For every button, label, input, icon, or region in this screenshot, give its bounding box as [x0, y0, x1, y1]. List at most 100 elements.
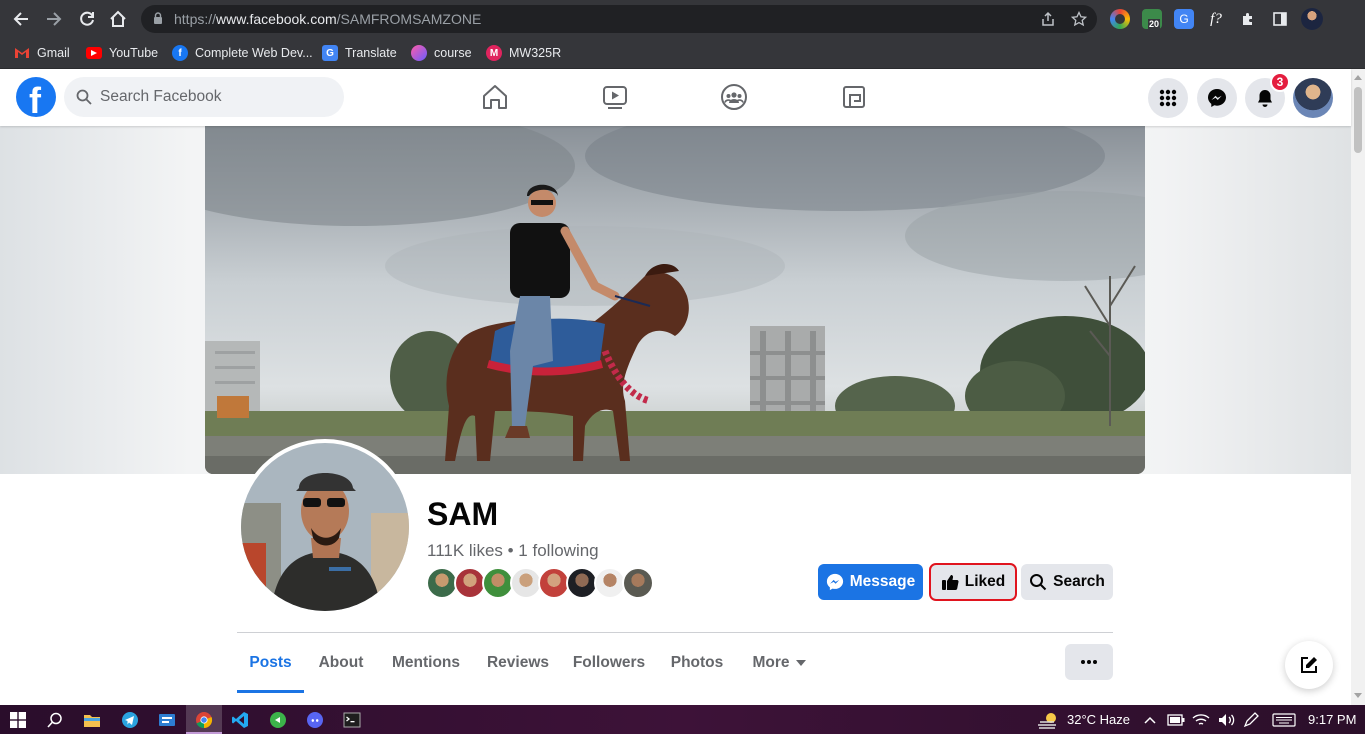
search-button-label: Search [1053, 573, 1105, 590]
thumbs-up-icon [941, 575, 959, 590]
tab-label: Posts [249, 654, 292, 671]
message-button[interactable]: Message [818, 564, 923, 600]
facebook-logo-icon[interactable]: f [16, 77, 56, 121]
side-panel-icon[interactable] [1270, 9, 1290, 29]
pen-icon[interactable] [1241, 710, 1261, 730]
volume-icon[interactable] [1217, 710, 1237, 730]
facebook-header: f 3 [0, 69, 1351, 126]
liked-button[interactable]: Liked [929, 563, 1017, 601]
home-nav-icon[interactable] [479, 82, 511, 112]
course-icon [411, 45, 427, 61]
youtube-icon [86, 47, 102, 59]
weather-text[interactable]: 32°C Haze [1067, 712, 1130, 727]
search-icon [76, 89, 92, 105]
scrollbar-thumb[interactable] [1354, 87, 1362, 153]
keyboard-icon[interactable] [1270, 710, 1298, 730]
tab-label: Photos [670, 654, 724, 671]
bookmark-mw325r[interactable]: M MW325R [486, 44, 561, 62]
facebook-icon: f [172, 45, 188, 61]
scroll-down-arrow-icon[interactable] [1354, 693, 1362, 698]
scroll-up-arrow-icon[interactable] [1354, 75, 1362, 80]
telegram-icon[interactable] [120, 710, 140, 730]
bookmark-course[interactable]: course [411, 44, 472, 62]
watch-video-icon[interactable] [599, 82, 631, 112]
tab-followers[interactable]: Followers [562, 633, 656, 693]
vscode-icon[interactable] [230, 710, 250, 730]
bookmark-label: Gmail [37, 46, 70, 60]
tab-reviews[interactable]: Reviews [474, 633, 562, 693]
url-text[interactable]: https://www.facebook.com/SAMFROMSAMZONE [174, 11, 481, 27]
friend-avatar[interactable] [622, 567, 654, 599]
messenger-icon [826, 573, 843, 591]
extensions-puzzle-icon[interactable] [1238, 9, 1258, 29]
cover-photo[interactable] [205, 126, 1145, 474]
function-extension-icon[interactable]: f? [1206, 9, 1226, 29]
reload-icon[interactable] [75, 7, 99, 31]
google-translate-icon: G [322, 45, 338, 61]
search-facebook-input[interactable] [100, 77, 330, 117]
facebook-search[interactable] [64, 77, 344, 117]
notification-count-badge: 3 [1270, 72, 1290, 92]
browser-toolbar: https://www.facebook.com/SAMFROMSAMZONE … [0, 0, 1365, 38]
more-options-button[interactable] [1065, 644, 1113, 680]
weather-haze-icon[interactable] [1036, 710, 1060, 730]
back-icon[interactable] [9, 7, 33, 31]
green-app-icon[interactable] [268, 710, 288, 730]
mw-icon: M [486, 45, 502, 61]
profile-picture[interactable] [237, 439, 413, 615]
bookmark-translate[interactable]: G Translate [322, 44, 397, 62]
tab-mentions[interactable]: Mentions [378, 633, 474, 693]
bookmark-label: Complete Web Dev... [195, 46, 313, 60]
tab-photos[interactable]: Photos [656, 633, 738, 693]
bookmark-label: YouTube [109, 46, 159, 60]
groups-icon[interactable] [718, 82, 750, 112]
gaming-icon[interactable] [838, 82, 870, 112]
tray-chevron-up-icon[interactable] [1142, 710, 1158, 730]
gmail-icon [14, 45, 30, 61]
bookmark-gmail[interactable]: Gmail [14, 44, 70, 62]
windows-start-icon[interactable] [8, 710, 28, 730]
tab-more[interactable]: More [738, 633, 820, 693]
tab-label: Reviews [486, 654, 550, 671]
wifi-icon[interactable] [1191, 710, 1211, 730]
clock-time[interactable]: 9:17 PM [1308, 712, 1356, 727]
account-avatar[interactable] [1293, 78, 1333, 118]
terminal-icon[interactable] [342, 710, 362, 730]
menu-grid-icon[interactable] [1148, 78, 1188, 118]
chrome-icon[interactable] [194, 710, 214, 730]
extension-badge-icon[interactable]: 20 [1142, 9, 1162, 29]
ellipsis-icon [1081, 660, 1097, 664]
page-scrollbar[interactable] [1351, 69, 1365, 705]
discord-icon[interactable] [305, 710, 325, 730]
tab-label: About [318, 654, 364, 671]
search-icon [1030, 574, 1047, 591]
bookmark-label: course [434, 46, 472, 60]
tab-posts[interactable]: Posts [237, 633, 304, 693]
share-icon[interactable] [1040, 11, 1056, 27]
bookmark-label: MW325R [509, 46, 562, 60]
file-explorer-icon[interactable] [82, 710, 102, 730]
google-translate-extension-icon[interactable]: G [1174, 9, 1194, 29]
tab-about[interactable]: About [304, 633, 378, 693]
color-picker-extension-icon[interactable] [1110, 9, 1130, 29]
new-message-button[interactable] [1285, 641, 1333, 689]
chrome-profile-avatar[interactable] [1301, 8, 1323, 30]
battery-icon[interactable] [1166, 710, 1186, 730]
address-bar[interactable]: https://www.facebook.com/SAMFROMSAMZONE [141, 5, 1097, 33]
lock-icon[interactable] [153, 12, 163, 25]
compose-edit-icon [1301, 657, 1317, 673]
page-stats[interactable]: 111K likes • 1 following [427, 541, 599, 561]
home-icon[interactable] [106, 7, 130, 31]
bookmark-complete-web-dev[interactable]: f Complete Web Dev... [172, 44, 313, 62]
liked-button-label: Liked [964, 573, 1006, 590]
bookmark-youtube[interactable]: YouTube [86, 44, 158, 62]
bookmark-star-icon[interactable] [1070, 10, 1088, 27]
store-app-icon[interactable] [157, 710, 177, 730]
caret-down-icon [795, 660, 806, 666]
messenger-icon[interactable] [1197, 78, 1237, 118]
search-icon[interactable] [45, 710, 65, 730]
forward-icon[interactable] [42, 7, 66, 31]
page-title: SAM [427, 496, 499, 532]
message-button-label: Message [849, 573, 916, 590]
page-search-button[interactable]: Search [1021, 564, 1113, 600]
